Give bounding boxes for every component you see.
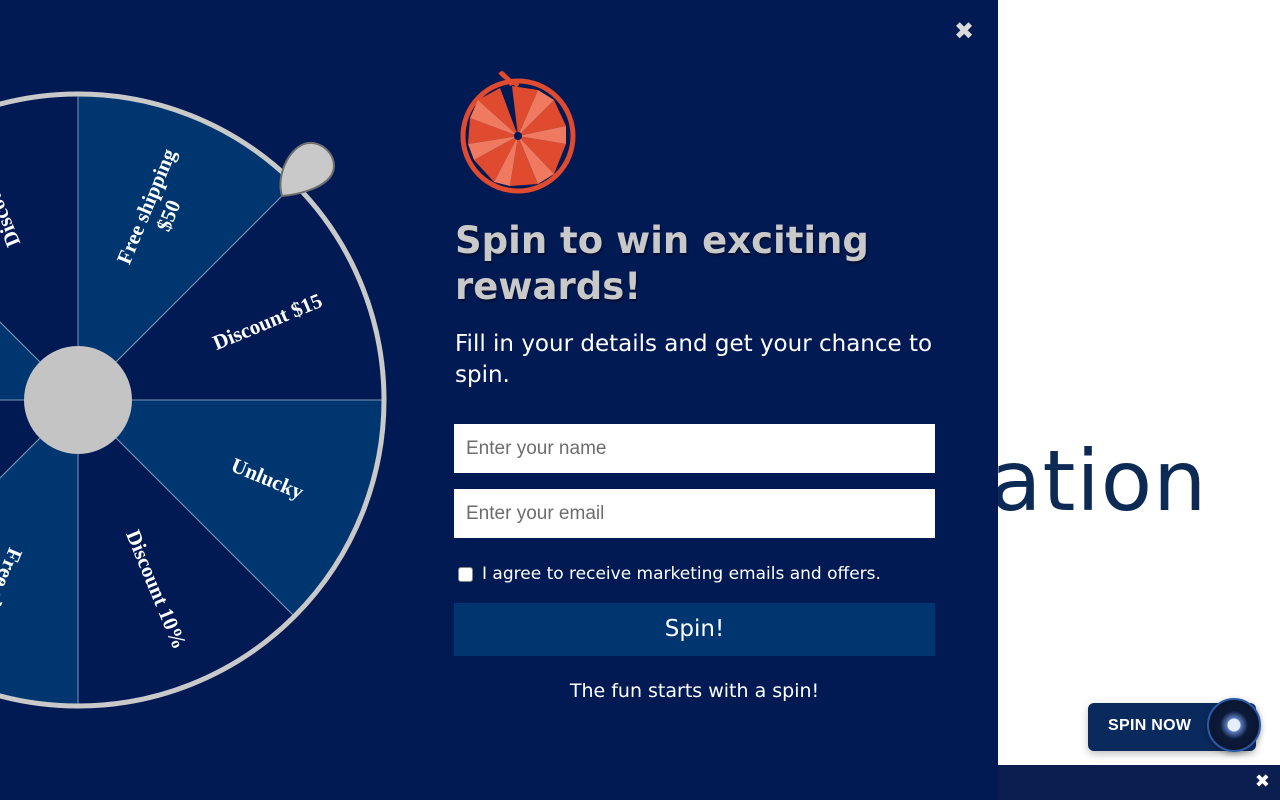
prize-wheel: Free shipping$50Discount $15UnluckyDisco… [0, 91, 387, 709]
popup-title: Spin to win exciting rewards! [455, 219, 869, 308]
email-input[interactable] [454, 489, 935, 538]
name-input[interactable] [454, 424, 935, 473]
spin-now-label: SPIN NOW [1108, 717, 1192, 734]
background-heading: ation [990, 432, 1208, 530]
spin-now-button[interactable]: SPIN NOW [1088, 698, 1261, 752]
wheel-icon [1207, 698, 1261, 752]
bottom-bar: ✖ [998, 765, 1280, 800]
consent-checkbox[interactable] [458, 566, 473, 582]
wheel-pointer-icon [279, 141, 335, 198]
wheel-logo-icon [460, 70, 576, 194]
spin-button[interactable]: Spin! [454, 603, 935, 656]
popup-subtitle: Fill in your details and get your chance… [455, 331, 933, 388]
consent-row: I agree to receive marketing emails and … [458, 563, 881, 585]
popup-close-icon[interactable]: ✖ [953, 19, 975, 43]
bottom-bar-close-icon[interactable]: ✖ [1255, 772, 1270, 792]
consent-label: I agree to receive marketing emails and … [482, 564, 881, 584]
wheel-hub [24, 346, 132, 454]
spin-popup: Free shipping$50 Discount $15 Unlucky Disco… [0, 0, 998, 800]
popup-footer-text: The fun starts with a spin! [569, 680, 820, 702]
